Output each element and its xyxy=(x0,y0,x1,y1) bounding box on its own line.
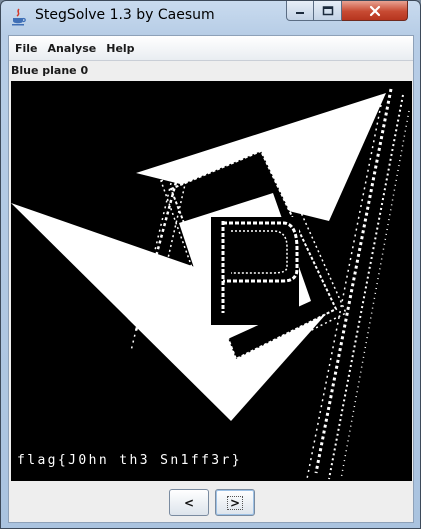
next-plane-button[interactable]: > xyxy=(215,489,255,516)
plane-label: Blue plane 0 xyxy=(11,64,89,77)
close-button[interactable] xyxy=(342,1,408,21)
maximize-button[interactable] xyxy=(314,1,342,21)
previous-plane-button[interactable]: < xyxy=(169,489,209,516)
menu-file[interactable]: File xyxy=(11,42,42,55)
menu-bar: File Analyse Help xyxy=(9,36,413,61)
title-bar[interactable]: StegSolve 1.3 by Caesum xyxy=(1,1,420,35)
maximize-icon xyxy=(322,5,333,15)
app-window: StegSolve 1.3 by Caesum File Analyse Hel… xyxy=(0,0,421,529)
window-title: StegSolve 1.3 by Caesum xyxy=(35,7,215,23)
menu-help[interactable]: Help xyxy=(102,42,138,55)
client-area: File Analyse Help Blue plane 0 flag{J0hn… xyxy=(8,35,414,523)
hidden-flag-text: flag{J0hn th3 Sn1ff3r} xyxy=(17,453,242,468)
next-label: > xyxy=(226,495,244,510)
minimize-icon xyxy=(296,11,304,14)
image-viewer: flag{J0hn th3 Sn1ff3r} xyxy=(11,81,412,481)
menu-analyse[interactable]: Analyse xyxy=(44,42,101,55)
minimize-button[interactable] xyxy=(286,1,314,21)
close-icon xyxy=(369,5,380,16)
java-app-icon xyxy=(12,8,26,26)
previous-label: < xyxy=(183,495,195,510)
bit-plane-image xyxy=(11,81,412,481)
navigation-bar: < > xyxy=(9,483,413,522)
